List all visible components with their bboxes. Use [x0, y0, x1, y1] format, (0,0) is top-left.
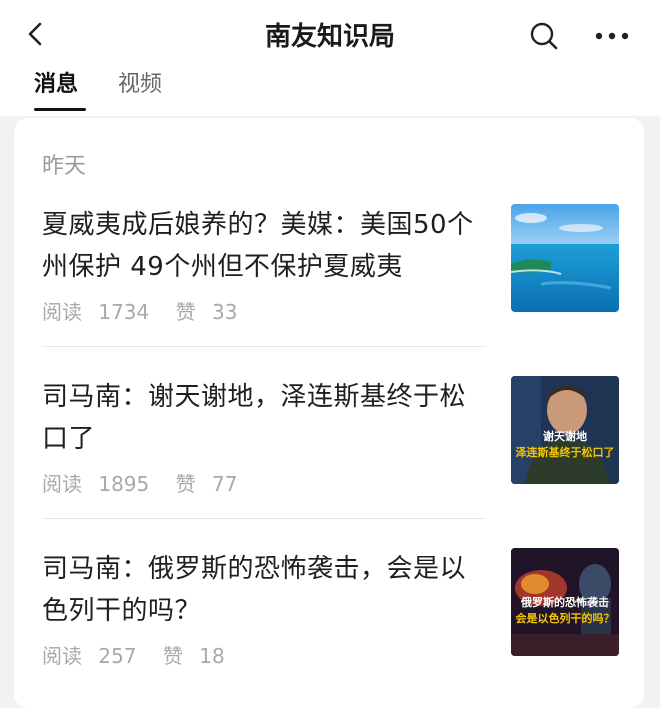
- thumbnail-caption: 谢天谢地: [543, 430, 587, 443]
- article-item[interactable]: 司马南：谢天谢地，泽连斯基终于松口了 阅读 1895 赞 77 谢天谢地 泽连斯…: [42, 376, 628, 512]
- article-meta: 阅读 1895 赞 77: [42, 468, 257, 497]
- more-options-button[interactable]: [588, 16, 636, 56]
- thumbnail-caption: 泽连斯基终于松口了: [515, 446, 615, 459]
- divider: [42, 346, 486, 347]
- tab-messages[interactable]: 消息: [34, 70, 78, 100]
- top-bar: 南友知识局: [0, 0, 660, 66]
- article-meta: 阅读 257 赞 18: [42, 640, 245, 669]
- article-thumbnail[interactable]: 谢天谢地 泽连斯基终于松口了: [511, 376, 619, 484]
- more-dots-icon: [595, 32, 629, 40]
- tab-videos[interactable]: 视频: [118, 70, 162, 100]
- article-thumbnail[interactable]: [511, 204, 619, 312]
- article-meta: 阅读 1734 赞 33: [42, 296, 257, 325]
- feed-card: 昨天 夏威夷成后娘养的？美媒：美国50个州保护 49个州但不保护夏威夷 阅读 1…: [14, 118, 644, 708]
- thumbnail-caption: 会是以色列干的吗？: [515, 612, 615, 625]
- divider: [42, 518, 486, 519]
- ocean-island-image: [511, 204, 619, 312]
- section-date-label: 昨天: [42, 154, 87, 179]
- like-count: 赞 18: [162, 644, 225, 668]
- read-count: 阅读 1895: [42, 472, 150, 496]
- article-item[interactable]: 夏威夷成后娘养的？美媒：美国50个州保护 49个州但不保护夏威夷 阅读 1734…: [42, 204, 628, 340]
- search-button[interactable]: [524, 16, 564, 56]
- article-title[interactable]: 司马南：谢天谢地，泽连斯基终于松口了: [42, 376, 492, 460]
- article-thumbnail[interactable]: 俄罗斯的恐怖袭击 会是以色列干的吗？: [511, 548, 619, 656]
- like-count: 赞 77: [175, 472, 238, 496]
- article-item[interactable]: 司马南：俄罗斯的恐怖袭击，会是以色列干的吗？ 阅读 257 赞 18 俄罗斯的恐…: [42, 548, 628, 684]
- search-icon: [530, 22, 558, 50]
- read-count: 阅读 1734: [42, 300, 150, 324]
- article-title[interactable]: 夏威夷成后娘养的？美媒：美国50个州保护 49个州但不保护夏威夷: [42, 204, 492, 288]
- article-title[interactable]: 司马南：俄罗斯的恐怖袭击，会是以色列干的吗？: [42, 548, 492, 632]
- read-count: 阅读 257: [42, 644, 137, 668]
- like-count: 赞 33: [175, 300, 238, 324]
- tab-bar: 消息 视频: [0, 66, 660, 116]
- thumbnail-caption: 俄罗斯的恐怖袭击: [521, 596, 609, 609]
- active-tab-indicator: [34, 108, 86, 111]
